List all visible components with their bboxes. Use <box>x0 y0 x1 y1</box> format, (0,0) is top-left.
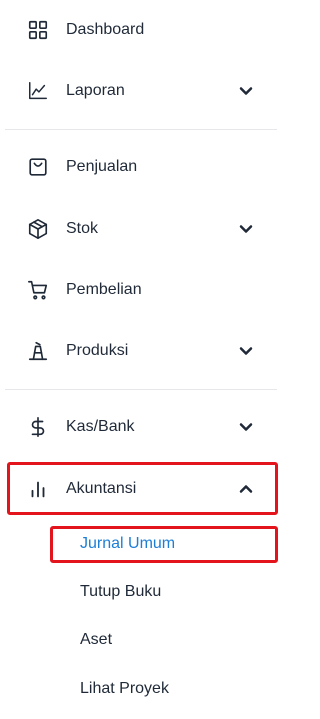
chevron-down-icon[interactable] <box>236 81 256 101</box>
sidebar-item-stok[interactable]: Stok <box>0 209 288 249</box>
divider <box>5 389 277 390</box>
sidebar-item-laporan[interactable]: Laporan <box>0 71 288 111</box>
submenu-item-lihat-proyek[interactable]: Lihat Proyek <box>50 671 278 707</box>
factory-icon <box>27 340 49 362</box>
sidebar-item-kas-bank[interactable]: Kas/Bank <box>0 407 288 447</box>
highlight-box-akuntansi <box>7 462 278 515</box>
submenu-item-label: Lihat Proyek <box>80 680 169 697</box>
sidebar-item-dashboard[interactable]: Dashboard <box>0 10 288 50</box>
sidebar-item-produksi[interactable]: Produksi <box>0 331 288 371</box>
divider <box>5 129 277 130</box>
grid-icon <box>27 19 49 41</box>
submenu-item-aset[interactable]: Aset <box>50 622 278 658</box>
sidebar-item-label: Produksi <box>66 342 129 359</box>
sidebar-item-label: Kas/Bank <box>66 418 135 435</box>
submenu-item-label: Tutup Buku <box>80 583 162 600</box>
shopping-bag-icon <box>27 156 49 178</box>
sidebar-item-label: Pembelian <box>66 281 142 298</box>
line-chart-icon <box>27 80 49 102</box>
sidebar-item-label: Stok <box>66 220 99 237</box>
chevron-down-icon[interactable] <box>236 417 256 437</box>
sidebar-item-penjualan[interactable]: Penjualan <box>0 147 288 187</box>
submenu-item-tutup-buku[interactable]: Tutup Buku <box>50 574 278 610</box>
sidebar-item-label: Laporan <box>66 82 125 99</box>
dollar-icon <box>27 416 49 438</box>
chevron-down-icon[interactable] <box>236 219 256 239</box>
box-icon <box>27 218 49 240</box>
chevron-down-icon[interactable] <box>236 341 256 361</box>
cart-icon <box>27 279 49 301</box>
highlight-box-jurnal-umum <box>50 526 278 563</box>
sidebar-item-pembelian[interactable]: Pembelian <box>0 270 288 310</box>
sidebar-item-label: Dashboard <box>66 21 145 38</box>
sidebar-item-label: Penjualan <box>66 158 138 175</box>
submenu-item-label: Aset <box>80 631 113 648</box>
